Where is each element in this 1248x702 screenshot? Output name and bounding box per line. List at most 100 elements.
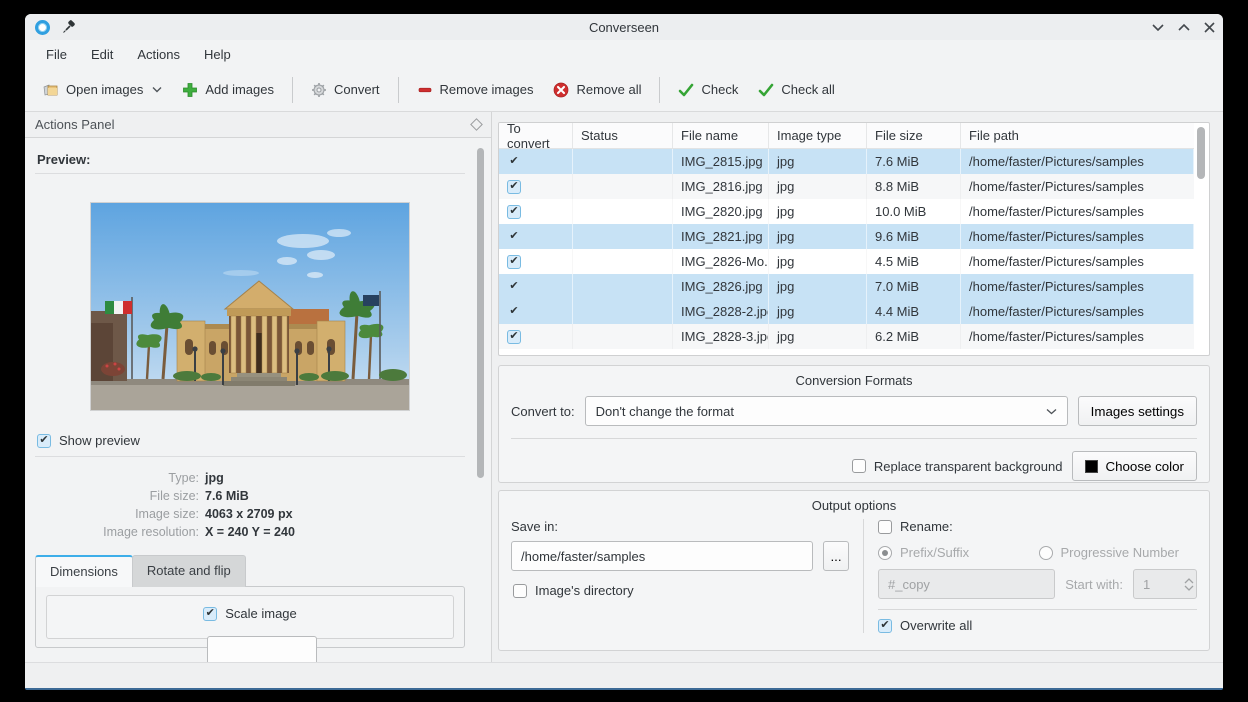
- rename-checkbox-box[interactable]: [878, 520, 892, 534]
- images-directory-checkbox[interactable]: Image's directory: [513, 583, 849, 598]
- column-header-file-size[interactable]: File size: [867, 123, 961, 148]
- show-preview-checkbox[interactable]: ✔ Show preview: [37, 433, 465, 448]
- check-all-button[interactable]: Check all: [748, 75, 844, 105]
- divider: [35, 456, 465, 457]
- close-button[interactable]: [1204, 22, 1215, 33]
- file-list-scrollbar[interactable]: [1195, 125, 1207, 353]
- file-name-cell: IMG_2820.jpg: [673, 199, 769, 224]
- to-convert-checkbox[interactable]: ✔: [507, 305, 521, 319]
- right-pane: To convertStatusFile nameImage typeFile …: [492, 112, 1223, 662]
- status-cell: [573, 324, 673, 349]
- show-preview-label: Show preview: [59, 433, 140, 448]
- progressive-number-radio[interactable]: Progressive Number: [1039, 545, 1180, 560]
- replace-transparent-bg-label: Replace transparent background: [874, 459, 1063, 474]
- overwrite-all-checkbox[interactable]: ✔ Overwrite all: [878, 618, 1197, 633]
- menu-file[interactable]: File: [35, 43, 78, 66]
- format-combobox-value: Don't change the format: [596, 404, 1046, 419]
- dock-float-icon[interactable]: [470, 118, 483, 131]
- image-info: Type:jpgFile size:7.6 MiBImage size:4063…: [35, 471, 465, 539]
- remove-all-button[interactable]: Remove all: [543, 75, 651, 105]
- dimensions-tab-pane: ✔ Scale image: [35, 586, 465, 648]
- to-convert-checkbox[interactable]: ✔: [507, 230, 521, 244]
- table-row[interactable]: ✔IMG_2826.jpgjpg7.0 MiB/home/faster/Pict…: [499, 274, 1194, 299]
- toolbar-separator: [659, 77, 660, 103]
- table-row[interactable]: ✔IMG_2815.jpgjpg7.6 MiB/home/faster/Pict…: [499, 149, 1194, 174]
- tab-rotate-and-flip[interactable]: Rotate and flip: [132, 555, 246, 587]
- convert-to-label: Convert to:: [511, 404, 575, 419]
- scale-image-checkbox-box[interactable]: ✔: [203, 607, 217, 621]
- menu-edit[interactable]: Edit: [80, 43, 124, 66]
- add-images-button[interactable]: Add images: [172, 75, 284, 105]
- menu-help[interactable]: Help: [193, 43, 242, 66]
- rename-pattern-value: #_copy: [888, 577, 930, 592]
- open-images-button[interactable]: Open images: [33, 75, 172, 105]
- dimension-tabs: Dimensions Rotate and flip: [35, 555, 465, 587]
- spin-down-icon[interactable]: [1184, 585, 1194, 591]
- images-directory-checkbox-box[interactable]: [513, 584, 527, 598]
- file-path-cell: /home/faster/Pictures/samples: [961, 249, 1194, 274]
- images-settings-button[interactable]: Images settings: [1078, 396, 1197, 426]
- scale-mode-combobox[interactable]: [207, 636, 317, 662]
- browse-button[interactable]: ...: [823, 541, 849, 571]
- remove-images-button[interactable]: Remove images: [407, 75, 544, 105]
- file-size-cell: 4.4 MiB: [867, 299, 961, 324]
- overwrite-all-label: Overwrite all: [900, 618, 972, 633]
- tab-dimensions[interactable]: Dimensions: [35, 555, 133, 587]
- to-convert-checkbox[interactable]: ✔: [507, 330, 521, 344]
- output-options-title: Output options: [499, 498, 1209, 513]
- convert-button[interactable]: Convert: [301, 75, 390, 105]
- save-path-input[interactable]: /home/faster/samples: [511, 541, 813, 571]
- to-convert-checkbox[interactable]: ✔: [507, 180, 521, 194]
- file-path-cell: /home/faster/Pictures/samples: [961, 199, 1194, 224]
- check-all-icon: [758, 82, 774, 98]
- replace-transparent-bg-checkbox-box[interactable]: [852, 459, 866, 473]
- check-all-label: Check all: [781, 82, 834, 97]
- choose-color-button[interactable]: Choose color: [1072, 451, 1197, 481]
- scale-image-checkbox[interactable]: ✔ Scale image: [203, 606, 297, 621]
- column-header-image-type[interactable]: Image type: [769, 123, 867, 148]
- to-convert-checkbox[interactable]: ✔: [507, 255, 521, 269]
- table-row[interactable]: ✔IMG_2821.jpgjpg9.6 MiB/home/faster/Pict…: [499, 224, 1194, 249]
- show-preview-checkbox-box[interactable]: ✔: [37, 434, 51, 448]
- table-row[interactable]: ✔IMG_2826-Mo...jpg4.5 MiB/home/faster/Pi…: [499, 249, 1194, 274]
- file-list-scrollbar-thumb[interactable]: [1197, 127, 1205, 179]
- file-path-cell: /home/faster/Pictures/samples: [961, 224, 1194, 249]
- table-row[interactable]: ✔IMG_2828-3.jpgjpg6.2 MiB/home/faster/Pi…: [499, 324, 1194, 349]
- status-cell: [573, 274, 673, 299]
- column-header-to-convert[interactable]: To convert: [499, 123, 573, 148]
- prefix-suffix-radio-circle[interactable]: [878, 546, 892, 560]
- rename-pattern-input[interactable]: #_copy: [878, 569, 1055, 599]
- image-type-cell: jpg: [769, 174, 867, 199]
- panel-scrollbar[interactable]: [475, 148, 485, 654]
- panel-scrollbar-thumb[interactable]: [477, 148, 484, 478]
- check-button[interactable]: Check: [668, 75, 748, 105]
- rename-checkbox[interactable]: Rename:: [878, 519, 1197, 534]
- image-type-cell: jpg: [769, 324, 867, 349]
- table-row[interactable]: ✔IMG_2816.jpgjpg8.8 MiB/home/faster/Pict…: [499, 174, 1194, 199]
- start-with-value: 1: [1143, 577, 1150, 592]
- minimize-button[interactable]: [1152, 23, 1164, 31]
- column-header-file-name[interactable]: File name: [673, 123, 769, 148]
- info-label: Image resolution:: [35, 525, 205, 539]
- to-convert-cell: ✔: [499, 149, 573, 174]
- column-header-status[interactable]: Status: [573, 123, 673, 148]
- table-row[interactable]: ✔IMG_2820.jpgjpg10.0 MiB/home/faster/Pic…: [499, 199, 1194, 224]
- to-convert-checkbox[interactable]: ✔: [507, 205, 521, 219]
- to-convert-checkbox[interactable]: ✔: [507, 280, 521, 294]
- overwrite-all-checkbox-box[interactable]: ✔: [878, 619, 892, 633]
- spin-up-icon[interactable]: [1184, 578, 1194, 584]
- remove-images-label: Remove images: [440, 82, 534, 97]
- prefix-suffix-radio[interactable]: Prefix/Suffix: [878, 545, 969, 560]
- table-row[interactable]: ✔IMG_2828-2.jpgjpg4.4 MiB/home/faster/Pi…: [499, 299, 1194, 324]
- convert-gear-icon: [311, 82, 327, 98]
- replace-transparent-bg-checkbox[interactable]: Replace transparent background: [852, 459, 1063, 474]
- divider: [35, 173, 465, 174]
- to-convert-checkbox[interactable]: ✔: [507, 155, 521, 169]
- column-header-file-path[interactable]: File path: [961, 123, 1194, 148]
- format-combobox[interactable]: Don't change the format: [585, 396, 1068, 426]
- progressive-number-radio-circle[interactable]: [1039, 546, 1053, 560]
- file-size-cell: 8.8 MiB: [867, 174, 961, 199]
- maximize-button[interactable]: [1178, 23, 1190, 31]
- menu-actions[interactable]: Actions: [126, 43, 191, 66]
- start-with-spinbox[interactable]: 1: [1133, 569, 1197, 599]
